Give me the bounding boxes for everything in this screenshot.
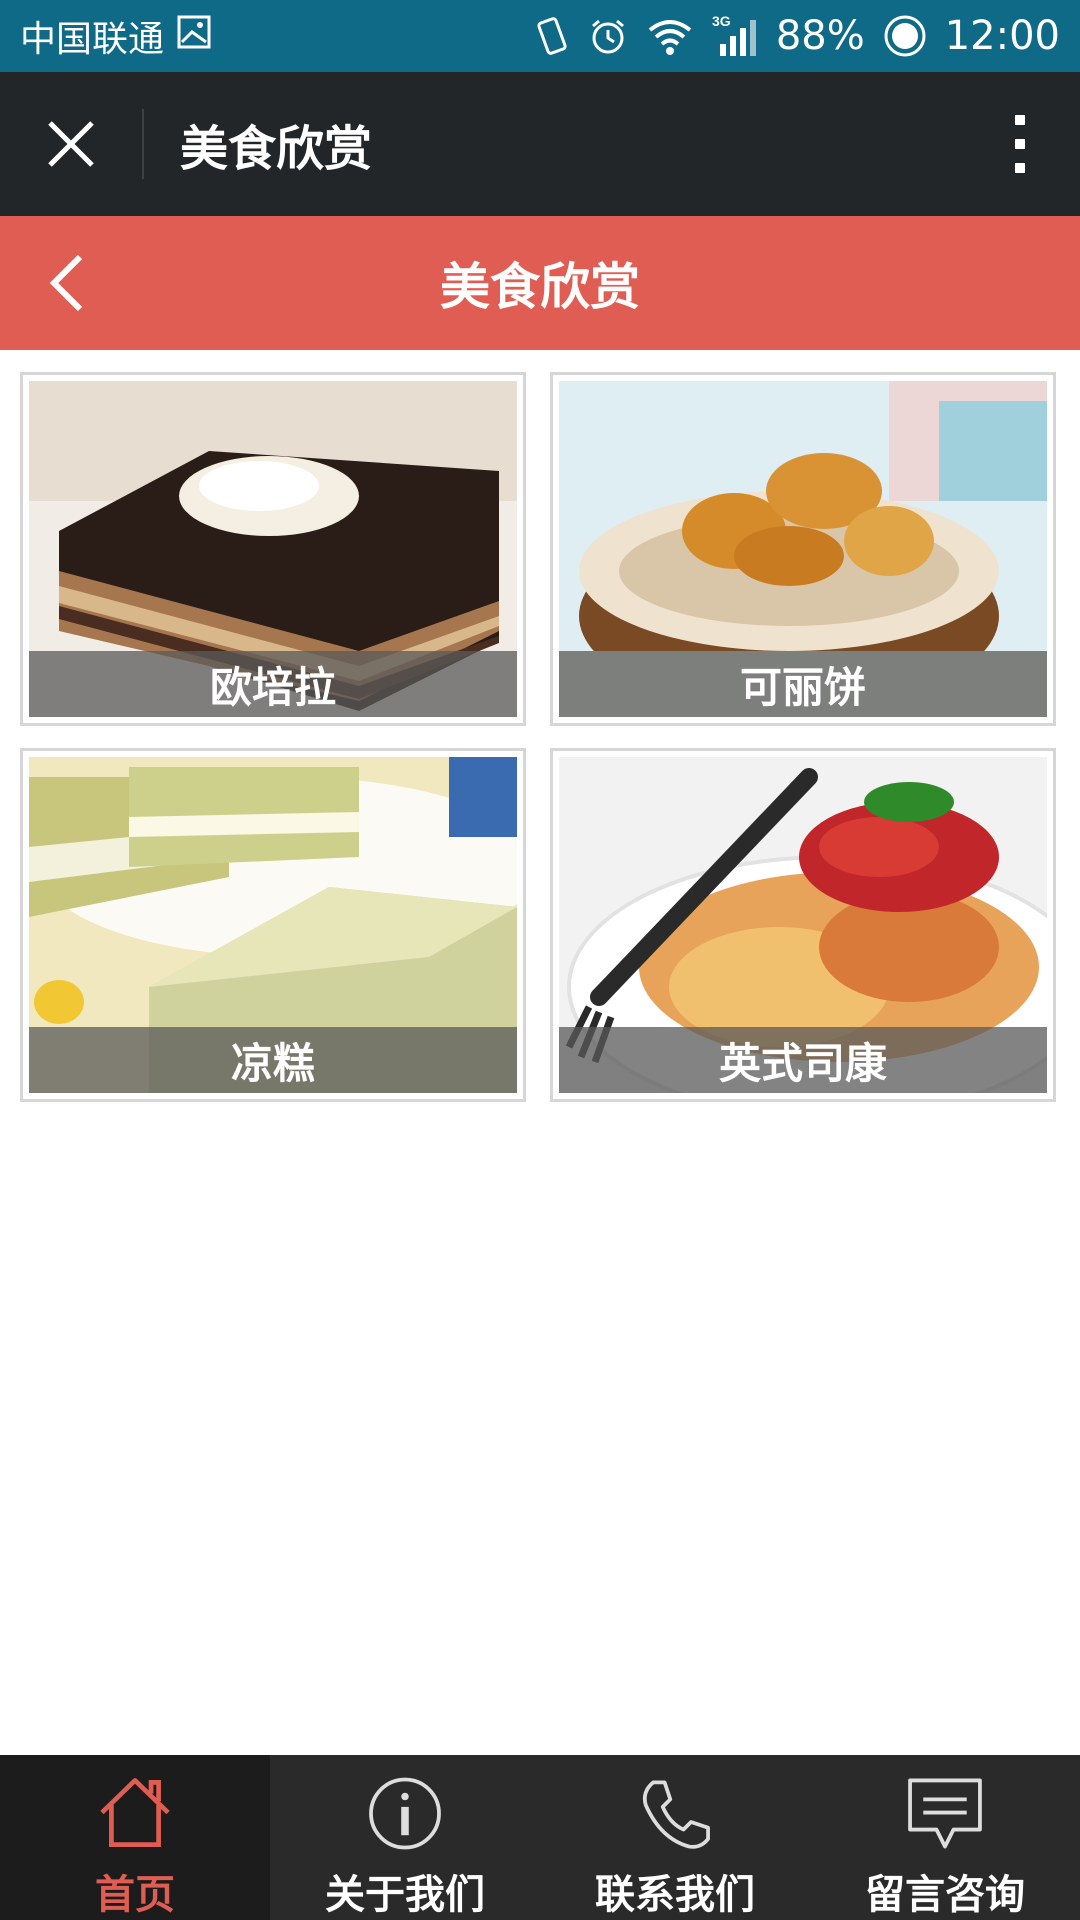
- home-icon: [100, 1778, 170, 1848]
- food-card-liang-gao[interactable]: 凉糕: [20, 748, 526, 1102]
- title-bar: 美食欣赏: [0, 72, 1080, 216]
- page-header: 美食欣赏: [0, 216, 1080, 350]
- image-notification-icon: [176, 14, 212, 59]
- app-title: 美食欣赏: [180, 121, 373, 177]
- scone-basket-image: 可丽饼: [559, 381, 1047, 717]
- close-icon: [48, 121, 94, 167]
- status-bar: 中国联通 3G 88% 12:00: [0, 0, 1080, 72]
- chevron-left-icon: [49, 254, 83, 312]
- vibrate-icon: [534, 16, 570, 56]
- food-caption: 凉糕: [29, 1027, 517, 1093]
- layered-jelly-image: 凉糕: [29, 757, 517, 1093]
- network-type: 3G: [712, 14, 731, 29]
- nav-about[interactable]: 关于我们: [270, 1755, 540, 1920]
- battery-percent: 88%: [775, 13, 865, 59]
- nav-label: 首页: [95, 1872, 175, 1918]
- food-grid: 欧培拉 可丽饼 凉糕 英式司康: [20, 372, 1060, 1102]
- pasta-image: 英式司康: [559, 757, 1047, 1093]
- food-caption: 欧培拉: [29, 651, 517, 717]
- more-vertical-icon: [1015, 115, 1025, 173]
- phone-icon: [642, 1780, 710, 1849]
- clock-time: 12:00: [944, 13, 1060, 59]
- nav-home[interactable]: 首页: [0, 1755, 270, 1920]
- title-divider: [142, 109, 144, 179]
- carrier-name: 中国联通: [20, 19, 165, 60]
- alarm-icon: [588, 16, 628, 56]
- nav-label: 关于我们: [325, 1872, 485, 1918]
- status-left: 中国联通: [20, 10, 212, 62]
- status-right: 3G 88% 12:00: [534, 13, 1060, 59]
- nav-label: 留言咨询: [865, 1872, 1025, 1918]
- nav-contact[interactable]: 联系我们: [540, 1755, 810, 1920]
- food-card-opera[interactable]: 欧培拉: [20, 372, 526, 726]
- message-icon: [908, 1778, 982, 1849]
- close-button[interactable]: [0, 72, 142, 216]
- nav-label: 联系我们: [595, 1872, 755, 1918]
- wifi-icon: [646, 16, 694, 56]
- info-icon: [369, 1777, 441, 1850]
- food-caption: 英式司康: [559, 1027, 1047, 1093]
- food-card-english-scone[interactable]: 英式司康: [550, 748, 1056, 1102]
- nav-message[interactable]: 留言咨询: [810, 1755, 1080, 1920]
- more-menu-button[interactable]: [960, 72, 1080, 216]
- bottom-nav: 首页 关于我们 联系我们 留言咨询: [0, 1755, 1080, 1920]
- food-caption: 可丽饼: [559, 651, 1047, 717]
- battery-icon: [883, 14, 927, 58]
- cake-image: 欧培拉: [29, 381, 517, 717]
- signal-icon: 3G: [712, 14, 758, 58]
- page-title: 美食欣赏: [440, 258, 640, 316]
- food-card-crepe[interactable]: 可丽饼: [550, 372, 1056, 726]
- back-button[interactable]: [30, 216, 140, 350]
